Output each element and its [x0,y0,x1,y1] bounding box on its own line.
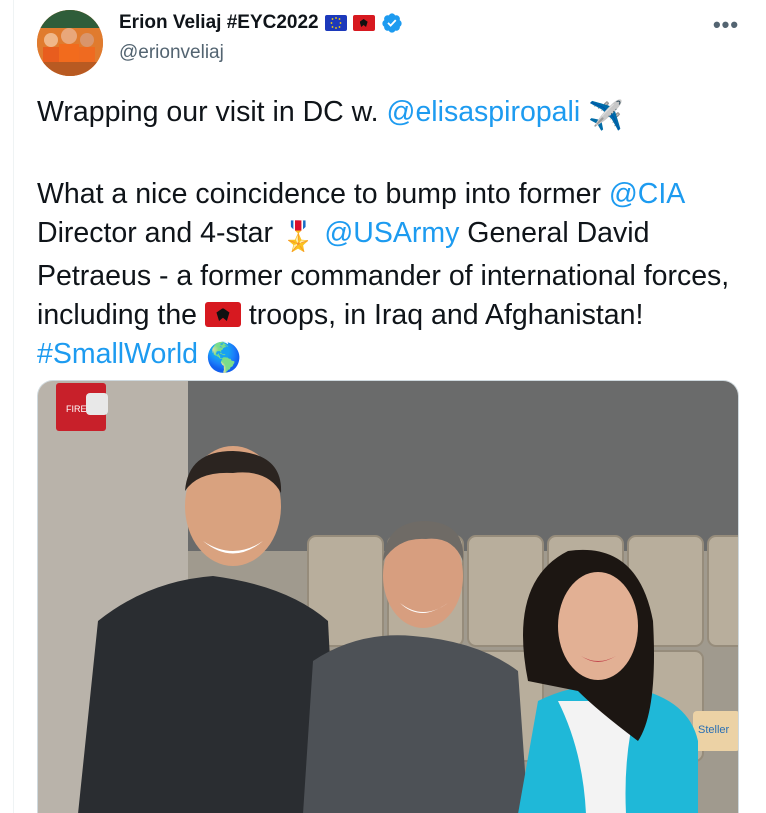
more-options-icon[interactable]: ••• [711,10,741,40]
sticker-label: Steller [698,724,730,736]
avatar-image [37,10,103,76]
photo-image: FIRE Steller [38,381,738,813]
text-segment: What a nice coincidence to bump into for… [37,178,609,210]
albania-flag-icon [352,15,375,31]
author-handle[interactable]: @erionveliaj [119,42,224,64]
tweet-paragraph-1: Wrapping our visit in DC w. @elisaspirop… [37,93,737,136]
globe-americas-icon: 🌎 [205,342,242,374]
mention-cia[interactable]: @CIA [609,178,684,210]
author-row: Erion Veliaj #EYC2022 [119,12,403,34]
fire-alarm-label: FIRE [66,404,87,414]
airplane-icon: ✈️ [588,100,624,132]
albania-flag-icon [204,302,241,327]
mention-elisaspiropali[interactable]: @elisaspiropali [387,96,581,128]
text-segment: troops, in Iraq and Afghanistan! [240,299,644,331]
avatar[interactable] [37,10,103,76]
text-segment: Wrapping our visit in DC w. [37,96,387,128]
mention-usarmy[interactable]: @USArmy [324,217,459,249]
hashtag-smallworld[interactable]: #SmallWorld [37,338,198,370]
tweet-paragraph-2: What a nice coincidence to bump into for… [37,175,737,378]
author-name[interactable]: Erion Veliaj #EYC2022 [119,12,319,34]
verified-badge-icon [381,13,402,33]
military-medal-icon: 🎖️ [280,221,317,253]
tweet-text: Wrapping our visit in DC w. @elisaspirop… [37,93,737,378]
tweet-photo[interactable]: FIRE Steller [37,380,739,813]
text-segment: Director and 4-star [37,217,281,249]
eu-flag-icon [324,15,347,31]
